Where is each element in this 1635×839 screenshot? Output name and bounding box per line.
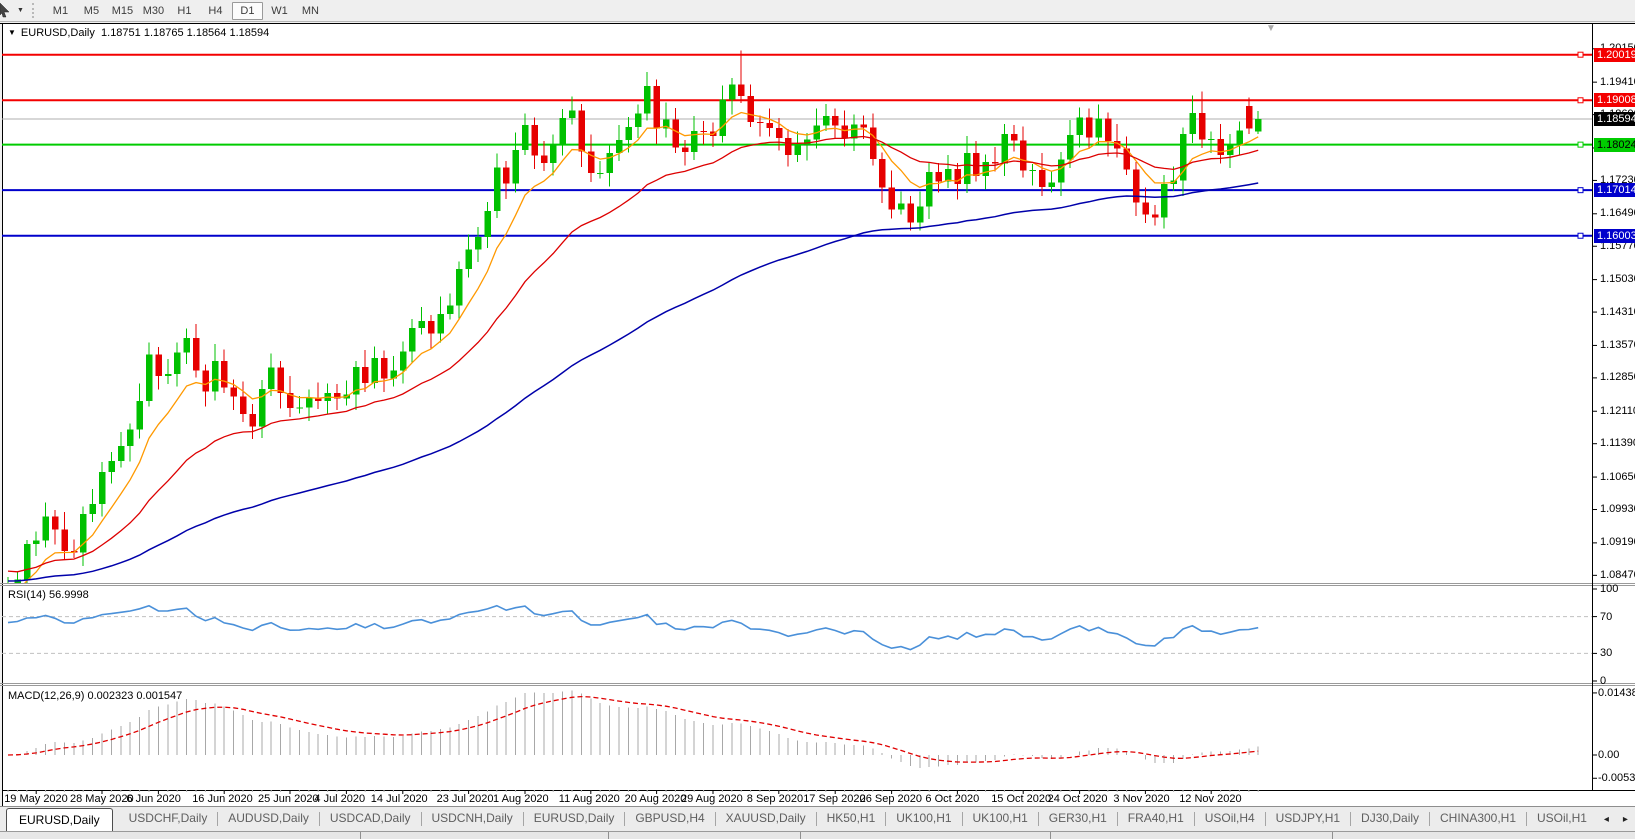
- toolbar-grip: [32, 3, 39, 18]
- chart-title-symbol: EURUSD,Daily: [21, 27, 95, 39]
- price-tick-label: 1.10650: [1600, 471, 1635, 483]
- date-tick-label: 20 Aug 2020: [625, 793, 687, 805]
- timeframe-button-mn[interactable]: MN: [296, 2, 325, 20]
- date-tick-label: 17 Sep 2020: [803, 793, 865, 805]
- hline-price-label: 1.19008: [1594, 93, 1635, 107]
- top-toolbar: ▼ M1M5M15M30H1H4D1W1MN: [0, 0, 1635, 22]
- tab-usoil-h1[interactable]: USOil,H1: [1527, 807, 1597, 831]
- date-tick-label: 12 Nov 2020: [1179, 793, 1241, 805]
- chart-background: [2, 23, 1635, 806]
- chart-window: ▼ EURUSD,Daily 1.18751 1.18765 1.18564 1.…: [0, 0, 1635, 838]
- tab-usdchf-daily[interactable]: USDCHF,Daily: [119, 807, 218, 831]
- tab-uk100-h1[interactable]: UK100,H1: [963, 807, 1038, 831]
- date-tick-label: 25 Jun 2020: [258, 793, 319, 805]
- price-tick-label: 1.16490: [1600, 207, 1635, 219]
- date-tick-label: 23 Jul 2020: [437, 793, 494, 805]
- chart-shift-marker-icon[interactable]: ▼: [1266, 23, 1276, 34]
- rsi-indicator-label: RSI(14) 56.9998: [8, 589, 89, 601]
- tab-fra40-h1[interactable]: FRA40,H1: [1118, 807, 1194, 831]
- timeframe-button-h4[interactable]: H4: [201, 2, 230, 20]
- tab-eurusd-daily[interactable]: EURUSD,Daily: [524, 807, 625, 831]
- date-tick-label: 6 Jun 2020: [126, 793, 180, 805]
- bid-price-label: 1.18594: [1594, 112, 1635, 126]
- timeframe-button-w1[interactable]: W1: [265, 2, 294, 20]
- date-tick-label: 4 Jul 2020: [314, 793, 365, 805]
- price-tick-label: 1.14310: [1600, 306, 1635, 318]
- tab-usdcnh-daily[interactable]: USDCNH,Daily: [422, 807, 523, 831]
- tab-audusd-daily[interactable]: AUDUSD,Daily: [218, 807, 319, 831]
- date-tick-label: 1 Aug 2020: [493, 793, 549, 805]
- tab-eurusd-daily[interactable]: EURUSD,Daily: [6, 808, 113, 831]
- timeframe-button-h1[interactable]: H1: [170, 2, 199, 20]
- cursor-tool-icon[interactable]: [0, 3, 14, 19]
- chevron-down-icon[interactable]: ▼: [14, 7, 30, 14]
- hline-price-label: 1.16003: [1594, 229, 1635, 243]
- price-tick-label: 1.12110: [1600, 405, 1635, 417]
- chart-canvas[interactable]: [0, 0, 1635, 838]
- timeframe-button-m5[interactable]: M5: [77, 2, 106, 20]
- date-tick-label: 14 Jul 2020: [371, 793, 428, 805]
- rsi-tick-label: 70: [1600, 611, 1612, 623]
- tab-usdjpy-h1[interactable]: USDJPY,H1: [1266, 807, 1350, 831]
- price-tick-label: 1.09930: [1600, 503, 1635, 515]
- date-tick-label: 3 Nov 2020: [1113, 793, 1169, 805]
- price-tick-label: 1.15030: [1600, 273, 1635, 285]
- tab-china300-h1[interactable]: CHINA300,H1: [1430, 807, 1526, 831]
- price-tick-label: 1.11390: [1600, 437, 1635, 449]
- hline-price-label: 1.17014: [1594, 183, 1635, 197]
- hline-price-label: 1.18024: [1594, 138, 1635, 152]
- date-tick-label: 11 Aug 2020: [559, 793, 620, 805]
- chart-title-quotes: 1.18751 1.18765 1.18564 1.18594: [101, 27, 269, 39]
- timeframe-button-m1[interactable]: M1: [46, 2, 75, 20]
- timeframe-button-m15[interactable]: M15: [108, 2, 137, 20]
- date-tick-label: 6 Oct 2020: [925, 793, 979, 805]
- price-tick-label: 1.09190: [1600, 536, 1635, 548]
- macd-indicator-label: MACD(12,26,9) 0.002323 0.001547: [8, 690, 182, 702]
- price-tick-label: 1.13570: [1600, 339, 1635, 351]
- rsi-tick-label: 100: [1600, 583, 1618, 595]
- tab-ger30-h1[interactable]: GER30,H1: [1039, 807, 1117, 831]
- tab-uk100-h1[interactable]: UK100,H1: [886, 807, 961, 831]
- tab-xauusd-daily[interactable]: XAUUSD,Daily: [716, 807, 816, 831]
- price-tick-label: 1.12850: [1600, 371, 1635, 383]
- timeframe-button-group: M1M5M15M30H1H4D1W1MN: [45, 2, 326, 20]
- macd-tick-label: 0.014384: [1598, 687, 1635, 699]
- chart-title: ▼ EURUSD,Daily 1.18751 1.18765 1.18564 1.…: [8, 27, 269, 39]
- price-tick-label: 1.19410: [1600, 76, 1635, 88]
- tab-hk50-h1[interactable]: HK50,H1: [817, 807, 886, 831]
- date-tick-label: 8 Sep 2020: [747, 793, 803, 805]
- collapse-triangle-icon[interactable]: ▼: [8, 28, 16, 37]
- date-tick-label: 24 Oct 2020: [1048, 793, 1108, 805]
- macd-tick-label: 0.00: [1598, 749, 1619, 761]
- tab-usdcad-daily[interactable]: USDCAD,Daily: [320, 807, 421, 831]
- chart-tab-bar: EURUSD,DailyUSDCHF,DailyAUDUSD,DailyUSDC…: [0, 806, 1635, 831]
- rsi-tick-label: 30: [1600, 647, 1612, 659]
- tab-gbpusd-h4[interactable]: GBPUSD,H4: [625, 807, 714, 831]
- tab-scroll-buttons: ◂▸: [1597, 807, 1635, 831]
- date-tick-label: 16 Jun 2020: [192, 793, 253, 805]
- date-tick-label: 19 May 2020: [4, 793, 68, 805]
- cursor-icon-svg: [0, 3, 12, 18]
- rsi-tick-label: 0: [1600, 675, 1606, 687]
- tab-usoil-h4[interactable]: USOil,H4: [1195, 807, 1265, 831]
- hline-price-label: 1.20019: [1594, 48, 1635, 62]
- timeframe-button-d1[interactable]: D1: [232, 2, 263, 20]
- date-tick-label: 26 Sep 2020: [860, 793, 922, 805]
- date-tick-label: 28 May 2020: [70, 793, 134, 805]
- timeframe-button-m30[interactable]: M30: [139, 2, 168, 20]
- price-tick-label: 1.08470: [1600, 569, 1635, 581]
- date-tick-label: 29 Aug 2020: [681, 793, 743, 805]
- macd-tick-label: -0.00539: [1598, 772, 1635, 784]
- date-tick-label: 15 Oct 2020: [991, 793, 1051, 805]
- tab-dj30-daily[interactable]: DJ30,Daily: [1351, 807, 1429, 831]
- tab-scroll-right-icon[interactable]: ▸: [1623, 814, 1628, 825]
- tab-scroll-left-icon[interactable]: ◂: [1604, 814, 1609, 825]
